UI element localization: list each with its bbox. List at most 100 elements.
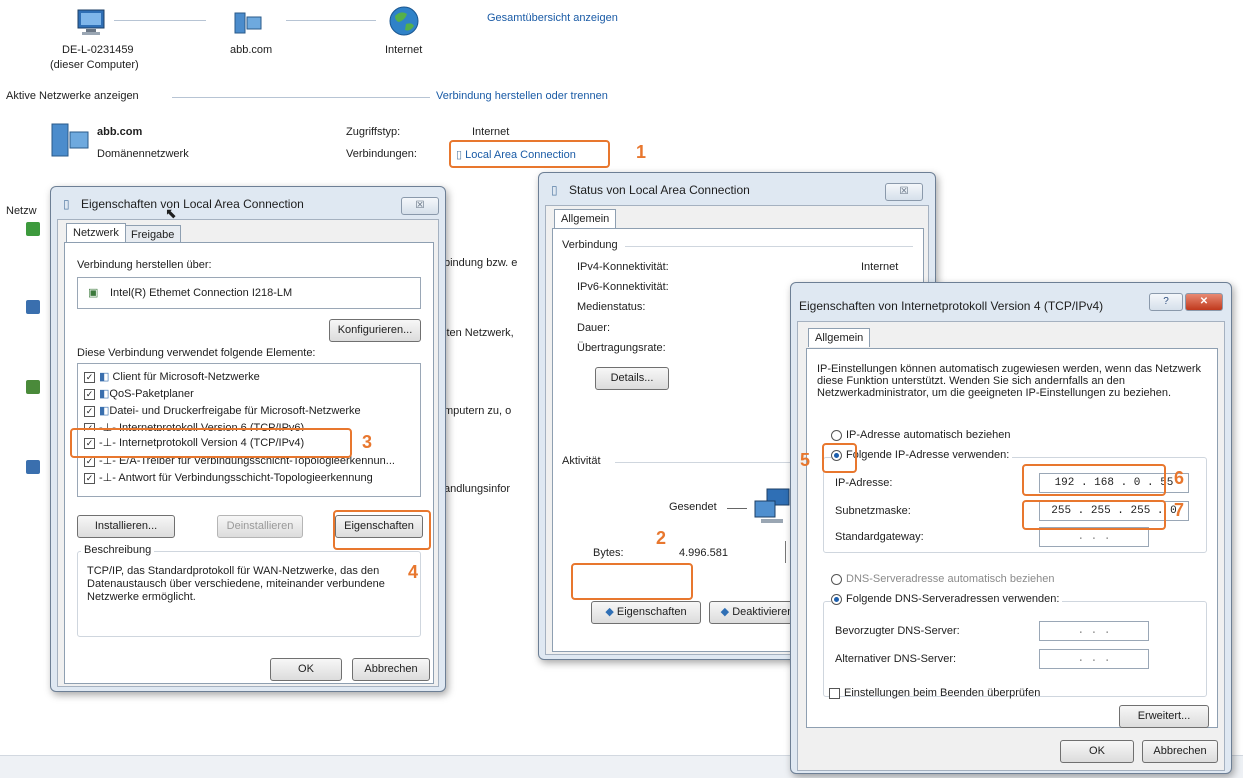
domain-name: abb.com [230, 44, 273, 56]
checkbox[interactable]: ✓ [84, 472, 95, 484]
ip-address-label: IP-Adresse: [835, 477, 893, 489]
preferred-dns-label: Bevorzugter DNS-Server: [835, 625, 960, 637]
task-icon [26, 222, 40, 236]
ipv4-dialog-title: Eigenschaften von Internetprotokoll Vers… [799, 299, 1104, 313]
default-gateway-field[interactable]: . . . [1039, 527, 1149, 547]
cancel-button[interactable]: Abbrechen [352, 658, 430, 681]
shield-icon: ◆ [720, 606, 730, 618]
radio[interactable] [831, 573, 842, 585]
activity-group-label: Aktivität [559, 455, 604, 467]
active-networks-heading: Aktive Netzwerke anzeigen [6, 90, 139, 102]
subnet-mask-label: Subnetzmaske: [835, 505, 911, 517]
ipv6-label: IPv6-Konnektivität: [577, 281, 669, 293]
task-icon [26, 300, 40, 314]
list-item[interactable]: ✓ ◧ Client für Microsoft-Netzwerke [84, 370, 260, 383]
checkbox[interactable]: ✓ [84, 388, 95, 400]
alternate-dns-field[interactable]: . . . [1039, 649, 1149, 669]
adapter-icon: ▯ [63, 197, 70, 211]
manual-ip-option[interactable]: Folgende IP-Adresse verwenden: [831, 449, 1013, 461]
network-adapter-icon: ▣ [88, 287, 99, 299]
auto-ip-option[interactable]: IP-Adresse automatisch beziehen [831, 429, 1010, 441]
checkbox[interactable]: ✓ [84, 371, 95, 383]
access-label: Zugriffstyp: [346, 126, 401, 138]
list-item[interactable]: ✓ ◧QoS-Paketplaner [84, 387, 194, 400]
callout-2: 2 [656, 528, 667, 548]
close-button[interactable]: ☒ [885, 183, 923, 201]
advanced-button[interactable]: Erweitert... [1119, 705, 1209, 728]
tab-allgemein[interactable]: Allgemein [554, 209, 617, 228]
bytes-label: Bytes: [593, 547, 624, 559]
list-item[interactable]: ✓ ◧Datei- und Druckerfreigabe für Microso… [84, 404, 361, 417]
highlight-1 [449, 140, 610, 168]
elements-label: Diese Verbindung verwendet folgende Elem… [77, 347, 316, 359]
checkbox[interactable]: ✓ [84, 405, 95, 417]
alternate-dns-label: Alternativer DNS-Server: [835, 653, 957, 665]
text-fragment-4: andlungsinfor [444, 483, 511, 495]
ipv4-dialog: Eigenschaften von Internetprotokoll Vers… [790, 282, 1232, 774]
computer-icon [77, 9, 105, 35]
radio[interactable] [831, 429, 842, 441]
properties-dialog-title: Eigenschaften von Local Area Connection [81, 197, 304, 211]
close-button[interactable]: ✕ [1185, 293, 1223, 311]
computer-name: DE-L-0231459 [62, 44, 134, 56]
callout-7: 7 [1174, 500, 1185, 520]
speed-label: Übertragungsrate: [577, 342, 666, 354]
tab-netzwerk[interactable]: Netzwerk [66, 223, 126, 242]
shield-icon: ◆ [605, 606, 614, 618]
close-button[interactable]: ☒ [401, 197, 439, 215]
manual-dns-option[interactable]: Folgende DNS-Serveradressen verwenden: [831, 593, 1063, 605]
ipv4-label: IPv4-Konnektivität: [577, 261, 669, 273]
highlight-3 [70, 428, 352, 458]
tab-allgemein[interactable]: Allgemein [808, 328, 871, 347]
status-properties-button[interactable]: ◆ Eigenschaften [591, 601, 701, 624]
callout-1: 1 [636, 142, 647, 162]
radio-selected[interactable] [831, 593, 842, 605]
globe-icon [389, 6, 419, 36]
callout-5: 5 [800, 450, 811, 470]
connection-group-label: Verbindung [559, 239, 621, 251]
duration-label: Dauer: [577, 322, 611, 334]
callout-6: 6 [1174, 468, 1185, 488]
cancel-button[interactable]: Abbrechen [1142, 740, 1218, 763]
text-fragment-1: bindung bzw. e [444, 257, 518, 269]
checkbox[interactable] [829, 687, 840, 699]
ipv4-intro-text: IP-Einstellungen können automatisch zuge… [817, 363, 1201, 399]
highlight-4 [333, 510, 431, 550]
preferred-dns-field[interactable]: . . . [1039, 621, 1149, 641]
bytes-sent-value: 4.996.581 [679, 547, 728, 559]
validate-on-exit-option[interactable]: Einstellungen beim Beenden überprüfen [829, 687, 1040, 699]
adapter-name: Intel(R) Ethemet Connection I218-LM [110, 287, 293, 299]
network-type: Domänennetzwerk [97, 148, 189, 160]
auto-dns-option[interactable]: DNS-Serveradresse automatisch beziehen [831, 573, 1055, 585]
details-button[interactable]: Details... [595, 367, 669, 390]
access-value: Internet [472, 126, 510, 138]
overview-link[interactable]: Gesamtübersicht anzeigen [487, 12, 618, 24]
highlight-5 [822, 443, 857, 473]
domain-icon [234, 12, 262, 34]
internet-label: Internet [385, 44, 423, 56]
ipv4-value: Internet [861, 261, 899, 273]
list-item[interactable]: ✓ -⊥- Antwort für Verbindungsschicht-Topo… [84, 471, 373, 484]
highlight-6 [1022, 464, 1166, 496]
highlight-7 [1022, 500, 1166, 530]
configure-button[interactable]: Konfigurieren... [329, 319, 421, 342]
ok-button[interactable]: OK [1060, 740, 1134, 763]
connect-disconnect-link[interactable]: Verbindung herstellen oder trennen [436, 90, 608, 102]
text-fragment-3: mputern zu, o [444, 405, 512, 417]
default-gateway-label: Standardgateway: [835, 531, 924, 543]
media-label: Medienstatus: [577, 301, 646, 313]
domain-network-icon [51, 123, 89, 157]
description-label: Beschreibung [81, 544, 155, 556]
task-icon [26, 460, 40, 474]
help-button[interactable]: ? [1149, 293, 1183, 311]
description-text: TCP/IP, das Standardprotokoll für WAN-Ne… [87, 565, 385, 603]
network-name: abb.com [97, 126, 143, 138]
install-button[interactable]: Installieren... [77, 515, 175, 538]
callout-3: 3 [362, 432, 373, 452]
adapter-icon: ▯ [551, 183, 558, 197]
highlight-2 [571, 563, 693, 600]
task-icon [26, 380, 40, 394]
ok-button[interactable]: OK [270, 658, 342, 681]
adapter-field: ▣ Intel(R) Ethemet Connection I218-LM [77, 277, 421, 309]
uninstall-button[interactable]: Deinstallieren [217, 515, 303, 538]
